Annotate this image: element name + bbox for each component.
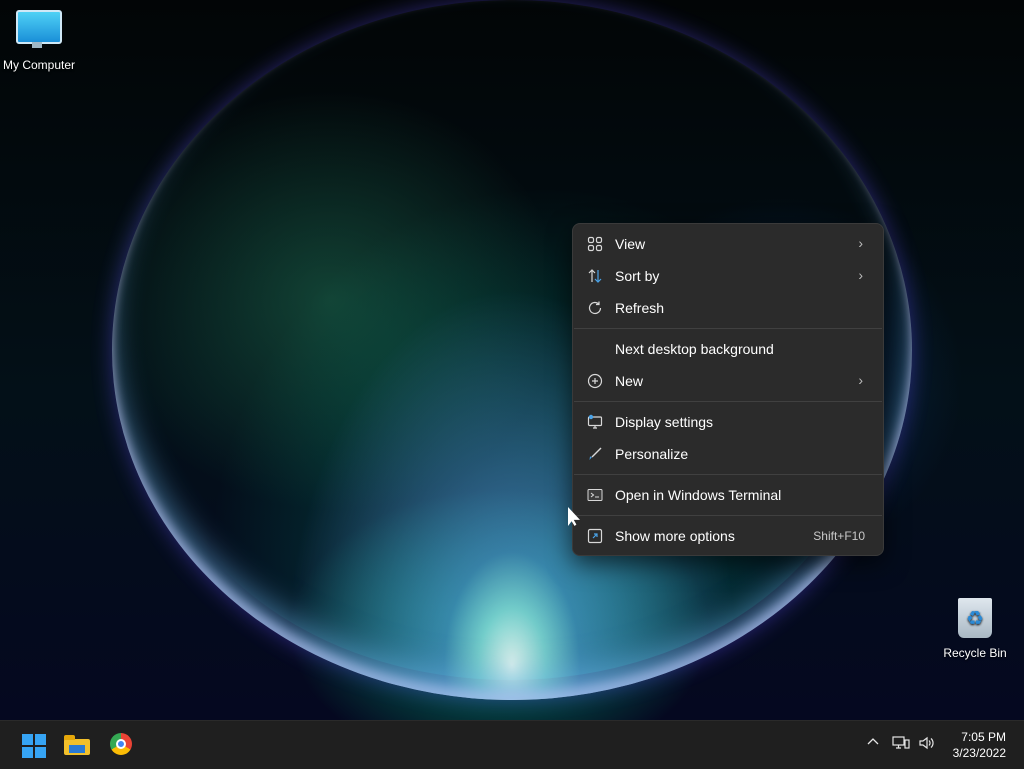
menu-item-label: Sort by	[615, 268, 660, 284]
menu-separator	[574, 515, 882, 516]
menu-item-view[interactable]: View ›	[577, 228, 879, 260]
brush-icon	[587, 446, 603, 462]
menu-item-label: View	[615, 236, 646, 252]
clock[interactable]: 7:05 PM 3/23/2022	[953, 729, 1006, 761]
refresh-icon	[587, 300, 603, 316]
menu-item-next-background[interactable]: Next desktop background	[577, 333, 879, 365]
recycle-bin-icon: ♻	[958, 598, 992, 638]
menu-item-label: Next desktop background	[615, 341, 774, 357]
chevron-right-icon: ›	[858, 267, 863, 283]
menu-item-label: Display settings	[615, 414, 714, 430]
menu-separator	[574, 401, 882, 402]
chevron-right-icon: ›	[858, 372, 863, 388]
chrome-button[interactable]	[106, 729, 138, 761]
menu-item-label: New	[615, 373, 644, 389]
menu-item-display-settings[interactable]: Display settings	[577, 406, 879, 438]
volume-button[interactable]	[918, 735, 936, 755]
chevron-up-icon	[867, 738, 879, 745]
menu-item-new[interactable]: New ›	[577, 365, 879, 397]
start-button[interactable]	[16, 729, 48, 761]
speaker-icon	[919, 736, 934, 750]
menu-item-label: Refresh	[615, 300, 665, 316]
windows-logo-icon	[22, 734, 48, 758]
chevron-right-icon: ›	[858, 235, 863, 251]
taskbar: 7:05 PM 3/23/2022	[0, 720, 1024, 769]
menu-separator	[574, 474, 882, 475]
context-menu: View › Sort by › Refresh Next desktop ba…	[572, 223, 884, 556]
grid-icon	[587, 236, 603, 252]
terminal-icon	[587, 487, 603, 503]
menu-item-open-terminal[interactable]: Open in Windows Terminal	[577, 479, 879, 511]
desktop-icon-label: My Computer	[2, 58, 76, 72]
clock-date: 3/23/2022	[952, 746, 1006, 760]
plus-circle-icon	[587, 373, 603, 389]
network-button[interactable]	[892, 735, 910, 755]
menu-item-personalize[interactable]: Personalize	[577, 438, 879, 470]
monitor-icon	[16, 10, 62, 48]
expand-icon	[587, 528, 603, 544]
shortcut-label: Shift+F10	[813, 529, 865, 543]
menu-item-label: Show more options	[615, 528, 735, 544]
show-hidden-icons-button[interactable]	[866, 735, 880, 753]
menu-separator	[574, 328, 882, 329]
network-icon	[892, 736, 910, 749]
folder-icon	[64, 735, 90, 755]
desktop-icon-label: Recycle Bin	[943, 646, 1007, 660]
desktop-icon-recycle-bin[interactable]: ♻ Recycle Bin	[936, 596, 1014, 660]
sort-icon	[587, 268, 603, 284]
menu-item-refresh[interactable]: Refresh	[577, 292, 879, 324]
menu-item-sort-by[interactable]: Sort by ›	[577, 260, 879, 292]
file-explorer-button[interactable]	[62, 729, 94, 761]
menu-item-show-more-options[interactable]: Show more options Shift+F10	[577, 520, 879, 552]
menu-item-label: Personalize	[615, 446, 689, 462]
display-icon	[587, 414, 603, 430]
desktop-icon-my-computer[interactable]: My Computer	[0, 0, 78, 72]
menu-item-label: Open in Windows Terminal	[615, 487, 782, 503]
chrome-icon	[110, 733, 132, 755]
clock-time: 7:05 PM	[961, 730, 1006, 744]
